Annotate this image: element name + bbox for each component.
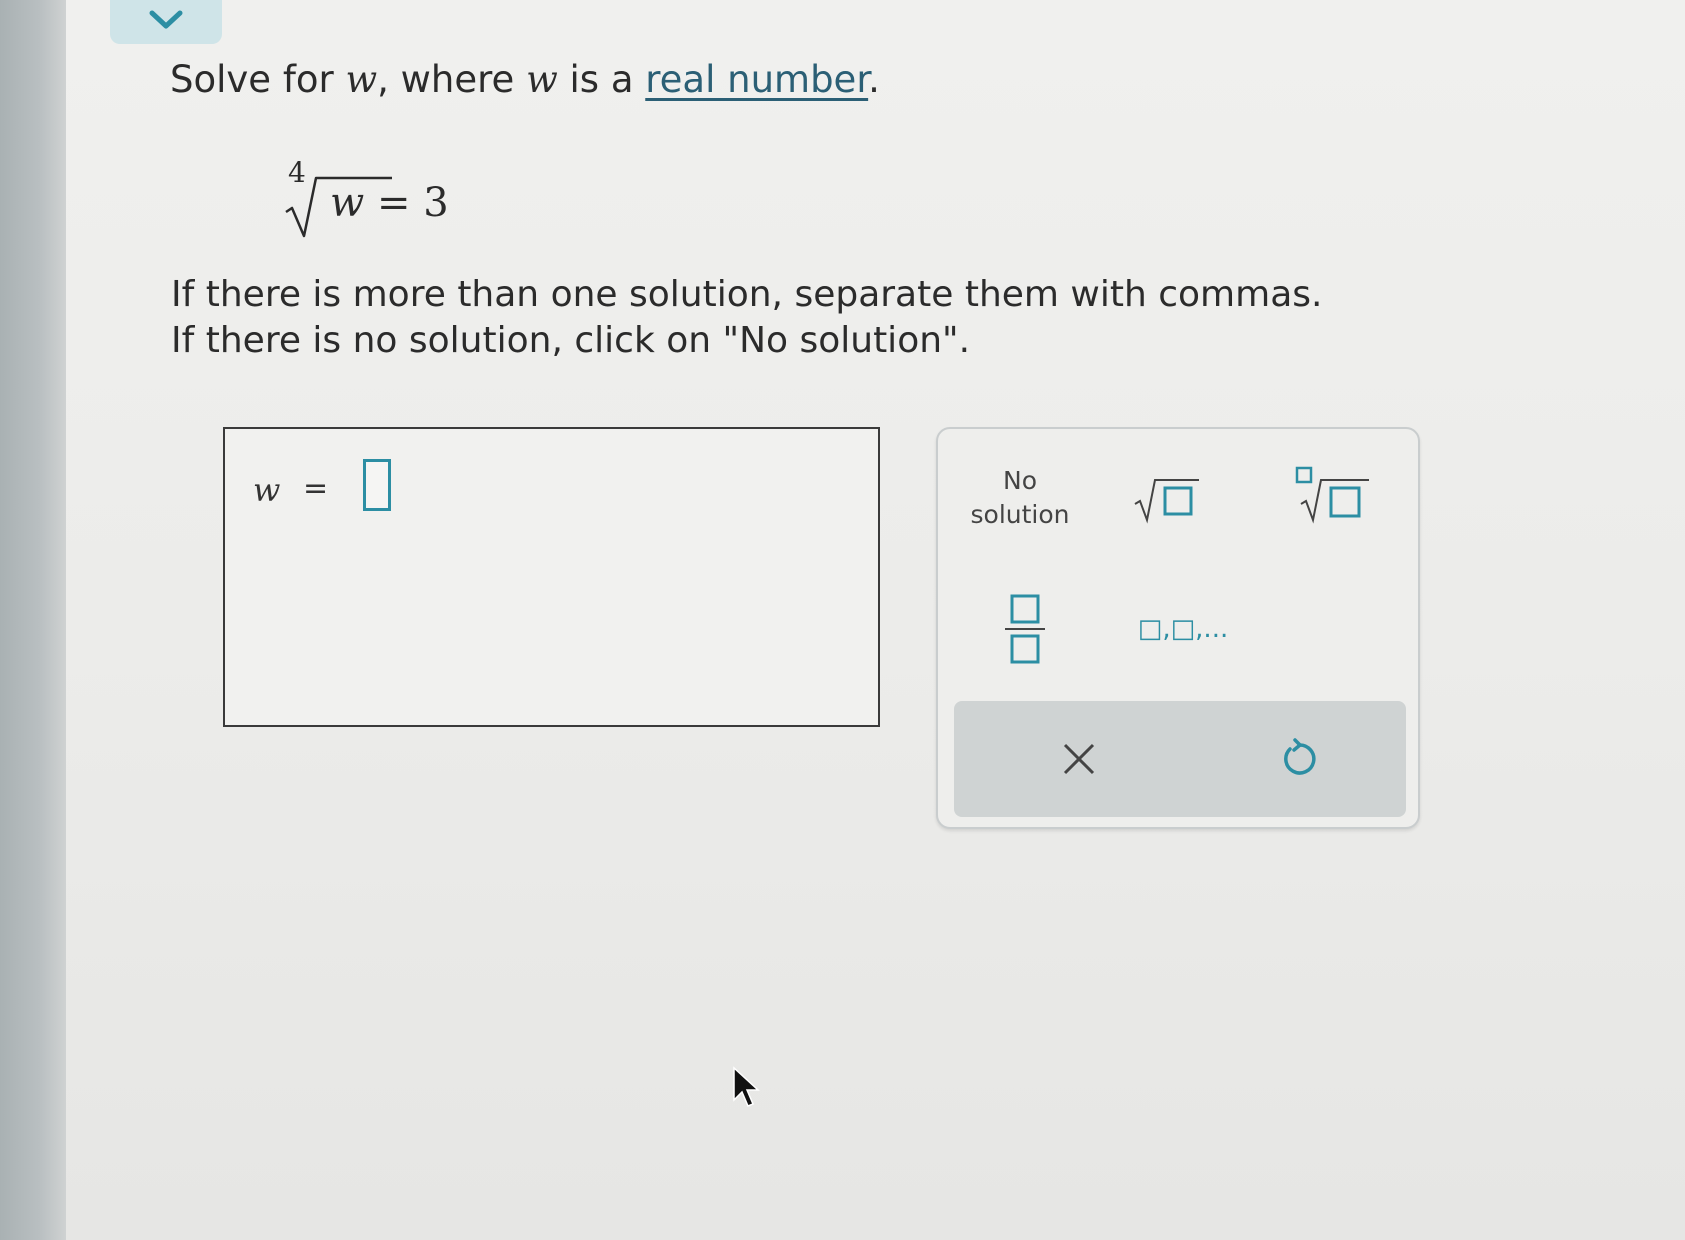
equation: 4 w = 3 bbox=[282, 150, 452, 240]
prompt-prefix: Solve for bbox=[170, 58, 346, 101]
answer-input[interactable] bbox=[363, 459, 391, 511]
instruction-line-1: If there is more than one solution, sepa… bbox=[171, 274, 1323, 315]
chevron-down-icon bbox=[149, 10, 183, 29]
nth-root-button[interactable] bbox=[1288, 459, 1378, 529]
undo-icon bbox=[1284, 738, 1316, 775]
real-number-link[interactable]: real number bbox=[645, 58, 868, 101]
list-button[interactable]: □,□,... bbox=[1128, 604, 1238, 654]
answer-variable: w bbox=[253, 471, 281, 509]
no-solution-label-2: solution bbox=[970, 500, 1070, 529]
prompt-variable: w bbox=[345, 58, 378, 101]
prompt-middle: , where bbox=[377, 58, 527, 101]
instructions: If there is more than one solution, sepa… bbox=[171, 272, 1322, 364]
radicand: w bbox=[330, 180, 365, 226]
math-keypad: No solution □,□,... bbox=[936, 427, 1420, 829]
fraction-icon bbox=[1005, 594, 1045, 664]
answer-equals: = bbox=[303, 471, 329, 506]
fraction-button[interactable] bbox=[1000, 589, 1050, 669]
no-solution-label-1: No bbox=[1003, 466, 1037, 495]
square-root-button[interactable] bbox=[1128, 469, 1208, 529]
mouse-pointer-icon bbox=[733, 1066, 760, 1107]
collapse-toggle[interactable] bbox=[110, 0, 222, 44]
prompt-suffix: . bbox=[868, 58, 880, 101]
screen-left-edge bbox=[0, 0, 66, 1240]
root-index: 4 bbox=[288, 156, 306, 189]
clear-button[interactable] bbox=[1044, 729, 1114, 789]
prompt-variable-2: w bbox=[526, 58, 558, 101]
question-prompt: Solve for w, where w is a real number. bbox=[170, 58, 880, 101]
keypad-action-bar bbox=[954, 701, 1406, 817]
equation-rhs: = 3 bbox=[364, 180, 449, 226]
undo-button[interactable] bbox=[1264, 729, 1334, 789]
nth-root-icon bbox=[1295, 466, 1369, 524]
clear-icon bbox=[1063, 743, 1095, 775]
no-solution-button[interactable]: No solution bbox=[960, 463, 1080, 533]
list-icon: □,□,... bbox=[1137, 614, 1229, 644]
instruction-line-2: If there is no solution, click on "No so… bbox=[171, 320, 971, 361]
equation-body: w = 3 bbox=[330, 180, 449, 226]
sqrt-icon bbox=[1134, 479, 1199, 524]
answer-area[interactable]: w = bbox=[223, 427, 880, 727]
prompt-middle-2: is a bbox=[557, 58, 646, 101]
